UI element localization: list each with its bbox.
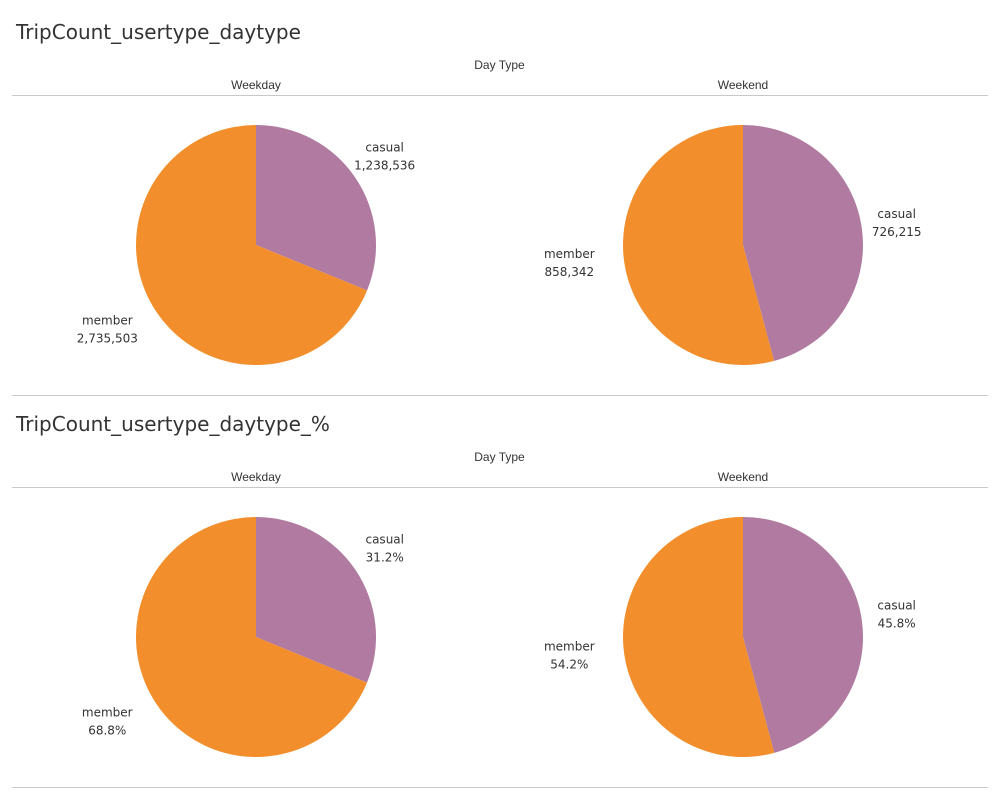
slice-category-label-casual: casual xyxy=(877,599,916,613)
slice-category-label-member: member xyxy=(82,313,133,327)
slice-value-label-member: 68.8% xyxy=(88,723,126,737)
slice-category-label-casual: casual xyxy=(365,141,404,155)
sheet-trip-count-percent: TripCount_usertype_daytype_% Day Type We… xyxy=(0,392,999,788)
pie-chart-svg: casual 31.2% member 68.8% casual 45.8% member 5… xyxy=(82,517,916,757)
slice-category-label-member: member xyxy=(544,247,595,261)
slice-category-label-member: member xyxy=(82,705,133,719)
slice-value-label-member: 54.2% xyxy=(550,657,588,671)
slice-category-label-member: member xyxy=(544,639,595,653)
sheet-trip-count: TripCount_usertype_daytype Day Type Week… xyxy=(0,0,999,396)
slice-category-label-casual: casual xyxy=(877,207,916,221)
slice-value-label-member: 858,342 xyxy=(545,265,595,279)
slice-category-label-casual: casual xyxy=(365,533,404,547)
slice-value-label-casual: 726,215 xyxy=(872,225,922,239)
slice-value-label-member: 2,735,503 xyxy=(77,331,138,345)
slice-value-label-casual: 31.2% xyxy=(366,551,404,565)
slice-value-label-casual: 45.8% xyxy=(878,617,916,631)
pie-chart-svg: casual 1,238,536 member 2,735,503 casual 726,… xyxy=(77,125,922,366)
slice-value-label-casual: 1,238,536 xyxy=(354,159,415,173)
sheet-bottom-divider xyxy=(12,787,988,788)
